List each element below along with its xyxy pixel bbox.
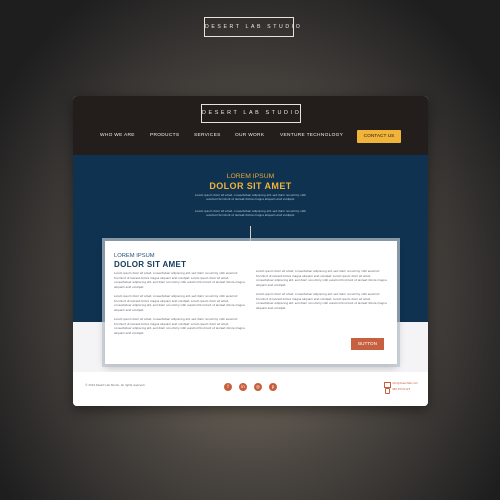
card-paragraph: Lorem ipsum dolor sit amet, consectetuer… [114,317,245,335]
site-footer: © 2019 Desert Lab Studio, All rights res… [73,372,428,406]
hero-paragraph: Lorem ipsum dolor sit amet, consectetuer… [195,193,306,202]
card-paragraph: Lorem ipsum dolor sit amet, consectetuer… [114,271,245,289]
facebook-icon[interactable]: f [224,383,232,391]
phone-icon [385,388,390,394]
card-paragraph: Lorem ipsum dolor sit amet, consectetuer… [114,294,245,312]
card-paragraph: Lorem ipsum dolor sit amet, consectetuer… [256,269,387,287]
website-mockup: DESERT LAB STUDIO WHO WE ARE PRODUCTS SE… [73,96,428,406]
nav-item-services[interactable]: SERVICES [194,133,221,138]
nav-item-venture-technology[interactable]: VENTURE TECHNOLOGY [280,133,343,138]
linkedin-icon[interactable]: in [239,383,247,391]
copyright-text: © 2019 Desert Lab Studio, All rights res… [85,384,146,387]
hero-subtitle: LOREM IPSUM [226,173,275,180]
hero-title: DOLOR SIT AMET [209,181,292,191]
card-subtitle: LOREM IPSUM [114,253,155,259]
content-card: LOREM IPSUM DOLOR SIT AMET Lorem ipsum d… [105,241,397,364]
phone-link[interactable]: 480.555.0123 [392,388,410,391]
site-header: DESERT LAB STUDIO WHO WE ARE PRODUCTS SE… [73,96,428,155]
nav-item-products[interactable]: PRODUCTS [150,133,179,138]
header-logo[interactable]: DESERT LAB STUDIO [201,104,301,123]
contact-us-button[interactable]: CONTACT US [357,130,401,143]
nav-item-who-we-are[interactable]: WHO WE ARE [100,133,135,138]
top-logo: DESERT LAB STUDIO [204,17,300,37]
mail-icon [384,382,391,388]
nav-item-our-work[interactable]: OUR WORK [235,133,264,138]
main-nav: WHO WE ARE PRODUCTS SERVICES OUR WORK VE… [73,129,428,143]
card-paragraph: Lorem ipsum dolor sit amet, consectetuer… [256,292,387,310]
card-button[interactable]: BUTTON [351,338,384,350]
instagram-icon[interactable]: ◎ [254,383,262,391]
pinterest-icon[interactable]: p [269,383,277,391]
email-link[interactable]: info@desertlab.com [392,382,418,385]
hero-paragraph: Lorem ipsum dolor sit amet, consectetuer… [195,209,306,218]
card-title: DOLOR SIT AMET [114,260,187,269]
